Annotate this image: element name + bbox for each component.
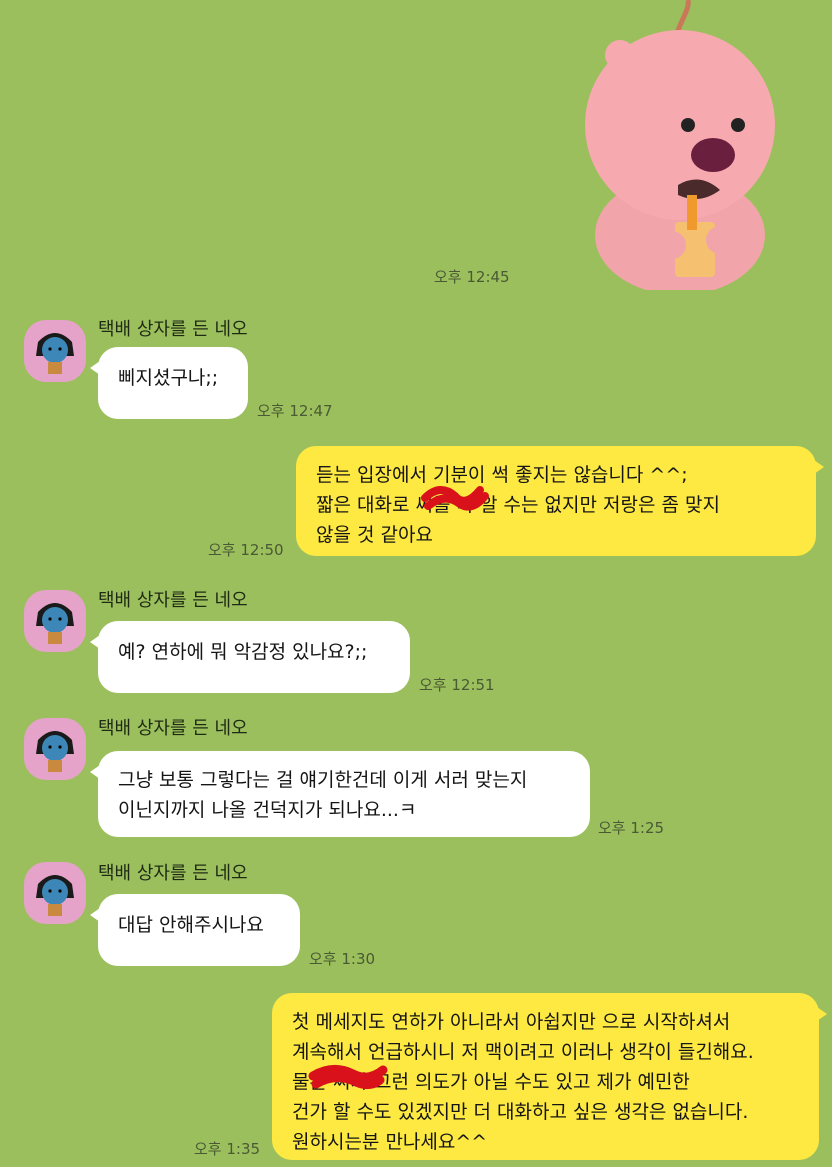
message-text-line: 짧은 대화로 씨를 다 알 수는 없지만 저랑은 좀 맞지 [316,494,720,516]
neo-character-icon [36,333,74,374]
message-text-line: 않을 것 같아요 [316,524,433,546]
avatar[interactable] [24,320,86,382]
message-text-line: 듣는 입장에서 기분이 썩 좋지는 않습니다 ^^; [316,464,688,486]
message-time: 오후 12:47 [257,402,333,420]
sender-name: 택배 상자를 든 네오 [98,590,248,611]
message-text-line: 그냥 보통 그렇다는 걸 얘기한건데 이게 서러 맞는지 [118,769,528,791]
message-text-line: 첫 메세지도 연하가 아니라서 아쉽지만 으로 시작하셔서 [292,1011,731,1033]
neo-character-icon [36,731,74,772]
incoming-message-bubble[interactable]: 그냥 보통 그렇다는 걸 얘기한건데 이게 서러 맞는지 이닌지까지 나올 건덕… [90,751,590,837]
neo-character-icon [36,603,74,644]
sender-name: 택배 상자를 든 네오 [98,319,248,340]
avatar[interactable] [24,590,86,652]
message-time: 오후 1:35 [194,1140,261,1158]
message-time: 오후 1:30 [309,950,376,968]
loopy-beaver-sticker-icon [585,0,775,295]
sticker-image [580,0,780,295]
message-time: 오후 12:45 [434,268,510,286]
message-text: 삐지셨구나;; [118,367,219,389]
message-text-line: 원하시는분 만나세요^^ [292,1131,488,1153]
message-time: 오후 12:50 [208,541,284,559]
message-text-line: 이닌지까지 나올 건덕지가 되나요...ㅋ [118,799,417,821]
redaction-scribble [421,486,489,511]
incoming-message-bubble[interactable]: 예? 연하에 뭐 악감정 있나요?;; [90,621,410,693]
message-time: 오후 1:25 [598,819,665,837]
avatar[interactable] [24,718,86,780]
sender-name: 택배 상자를 든 네오 [98,718,248,739]
neo-character-icon [36,875,74,916]
incoming-message-bubble[interactable]: 대답 안해주시나요 [90,894,300,966]
sender-name: 택배 상자를 든 네오 [98,863,248,884]
outgoing-message-bubble[interactable]: 듣는 입장에서 기분이 썩 좋지는 않습니다 ^^; 짧은 대화로 씨를 다 알… [296,446,824,556]
message-time: 오후 12:51 [419,676,495,694]
avatar[interactable] [24,862,86,924]
message-text: 예? 연하에 뭐 악감정 있나요?;; [118,641,368,663]
message-text: 대답 안해주시나요 [118,914,264,936]
message-text-line: 건가 할 수도 있겠지만 더 대화하고 싶은 생각은 없습니다. [292,1101,749,1123]
incoming-message-bubble[interactable]: 삐지셨구나;; [90,347,248,419]
redaction-scribble [308,1065,388,1090]
